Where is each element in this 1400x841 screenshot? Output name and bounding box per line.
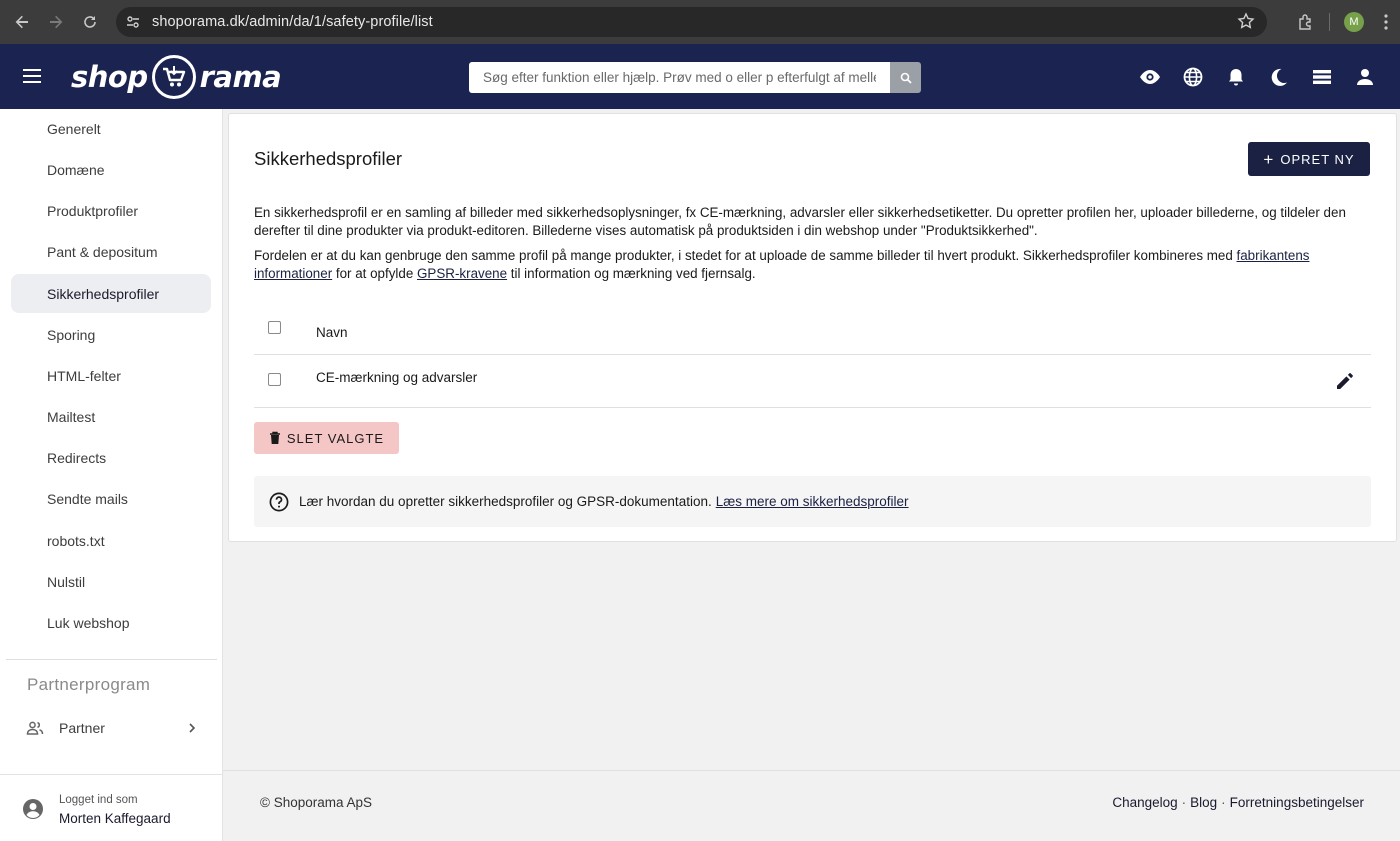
create-new-button[interactable]: + OPRET NY [1248, 142, 1370, 176]
read-more-link[interactable]: Læs mere om sikkerhedsprofiler [716, 494, 909, 509]
footer-separator: · [1221, 795, 1226, 810]
search-input[interactable] [469, 62, 890, 93]
profile-name-cell[interactable]: CE-mærkning og advarsler [316, 370, 477, 385]
sidebar-item-sporing[interactable]: Sporing [11, 315, 211, 354]
sidebar-item-sikkerhedsprofiler[interactable]: Sikkerhedsprofiler [11, 274, 211, 313]
logo-text-right: rama [199, 60, 282, 94]
description-paragraph-1: En sikkerhedsprofil er en samling af bil… [254, 205, 1346, 238]
page-footer: © Shoporama ApS Changelog · Blog · Forretnin… [223, 770, 1400, 841]
sidebar-divider [6, 659, 217, 660]
cart-logo-icon [151, 55, 196, 99]
app-header: shop rama [0, 44, 1400, 109]
changelog-link[interactable]: Changelog [1112, 795, 1177, 810]
stack-layers-icon[interactable] [1309, 64, 1335, 90]
sidebar-item-mailtest[interactable]: Mailtest [11, 397, 211, 436]
main-card: Sikkerhedsprofiler + OPRET NY En sikkerh… [228, 113, 1397, 542]
extensions-icon[interactable] [1291, 7, 1321, 37]
sidebar-item-sendte-mails[interactable]: Sendte mails [11, 479, 211, 518]
create-new-label: OPRET NY [1280, 151, 1355, 167]
delete-selected-button[interactable]: SLET VALGTE [254, 422, 399, 454]
blog-link[interactable]: Blog [1190, 795, 1217, 810]
table-header: Navn [254, 309, 1371, 355]
table-row[interactable]: CE-mærkning og advarsler [254, 355, 1371, 408]
search-icon [900, 72, 912, 84]
plus-icon: + [1263, 149, 1275, 169]
site-settings-icon[interactable] [118, 7, 148, 37]
trash-icon [269, 431, 281, 445]
hamburger-menu-icon[interactable] [20, 64, 44, 93]
forward-icon[interactable] [39, 5, 73, 39]
footer-links: Changelog · Blog · Forretningsbetingelser [1112, 795, 1364, 810]
chevron-right-icon [187, 720, 197, 736]
help-question-icon [269, 492, 289, 512]
globe-icon[interactable] [1180, 64, 1206, 90]
sidebar-item-domaene[interactable]: Domæne [11, 150, 211, 189]
sidebar-item-html-felter[interactable]: HTML-felter [11, 356, 211, 395]
terms-link[interactable]: Forretningsbetingelser [1230, 795, 1364, 810]
para2-text-a: Fordelen er at du kan genbruge den samme… [254, 248, 1237, 263]
column-header-name[interactable]: Navn [316, 325, 348, 340]
description-paragraph-2: Fordelen er at du kan genbruge den samme… [254, 247, 1370, 283]
para2-text-c: til information og mærkning ved fjernsal… [507, 266, 756, 281]
preview-eye-icon[interactable] [1137, 64, 1163, 90]
sidebar-item-partner[interactable]: Partner [11, 709, 211, 747]
sidebar-item-generelt[interactable]: Generelt [11, 109, 211, 148]
sidebar-item-luk-webshop[interactable]: Luk webshop [11, 603, 211, 642]
bookmark-star-icon[interactable] [1237, 12, 1255, 35]
help-info-box: Lær hvordan du opretter sikkerhedsprofil… [254, 476, 1371, 527]
partner-label: Partner [59, 720, 105, 736]
dark-mode-moon-icon[interactable] [1266, 64, 1292, 90]
footer-separator: · [1181, 795, 1187, 810]
login-caption: Logget ind som [59, 794, 138, 806]
login-user-name: Morten Kaffegaard [59, 811, 171, 826]
delete-selected-label: SLET VALGTE [286, 430, 385, 446]
profile-avatar[interactable]: M [1344, 12, 1364, 32]
reload-icon[interactable] [73, 5, 107, 39]
search-box [469, 62, 921, 93]
page-title: Sikkerhedsprofiler [254, 148, 403, 169]
browser-toolbar: shoporama.dk/admin/da/1/safety-profile/l… [0, 0, 1400, 44]
sidebar-item-robots-txt[interactable]: robots.txt [11, 521, 211, 560]
sidebar-item-nulstil[interactable]: Nulstil [11, 562, 211, 601]
url-text[interactable]: shoporama.dk/admin/da/1/safety-profile/l… [152, 14, 433, 30]
toolbar-separator [1329, 13, 1330, 31]
user-avatar-icon [22, 798, 44, 825]
shoporama-logo[interactable]: shop rama [71, 52, 282, 102]
account-person-icon[interactable] [1352, 64, 1378, 90]
copyright-text: © Shoporama ApS [260, 795, 373, 810]
edit-pencil-icon[interactable] [1334, 370, 1356, 397]
browser-menu-icon[interactable] [1376, 7, 1396, 37]
help-info-text: Lær hvordan du opretter sikkerhedsprofil… [299, 494, 712, 509]
address-bar[interactable]: shoporama.dk/admin/da/1/safety-profile/l… [116, 7, 1267, 37]
sidebar-item-produktprofiler[interactable]: Produktprofiler [11, 191, 211, 230]
logged-in-panel: Logget ind som Morten Kaffegaard [0, 774, 223, 841]
notification-bell-icon[interactable] [1223, 64, 1249, 90]
gpsr-requirements-link[interactable]: GPSR-kravene [417, 266, 507, 281]
back-icon[interactable] [5, 5, 39, 39]
sidebar-item-pant-depositum[interactable]: Pant & depositum [11, 232, 211, 271]
sidebar-section-title: Partnerprogram [27, 675, 151, 694]
logo-text-left: shop [71, 60, 148, 94]
para2-text-b: for at opfylde [332, 266, 418, 281]
sidebar: Generelt Domæne Produktprofiler Pant & d… [0, 109, 223, 841]
people-icon [11, 719, 59, 737]
sidebar-item-redirects[interactable]: Redirects [11, 438, 211, 477]
select-all-checkbox[interactable] [268, 321, 281, 334]
search-button[interactable] [890, 62, 921, 93]
row-checkbox[interactable] [268, 373, 281, 386]
